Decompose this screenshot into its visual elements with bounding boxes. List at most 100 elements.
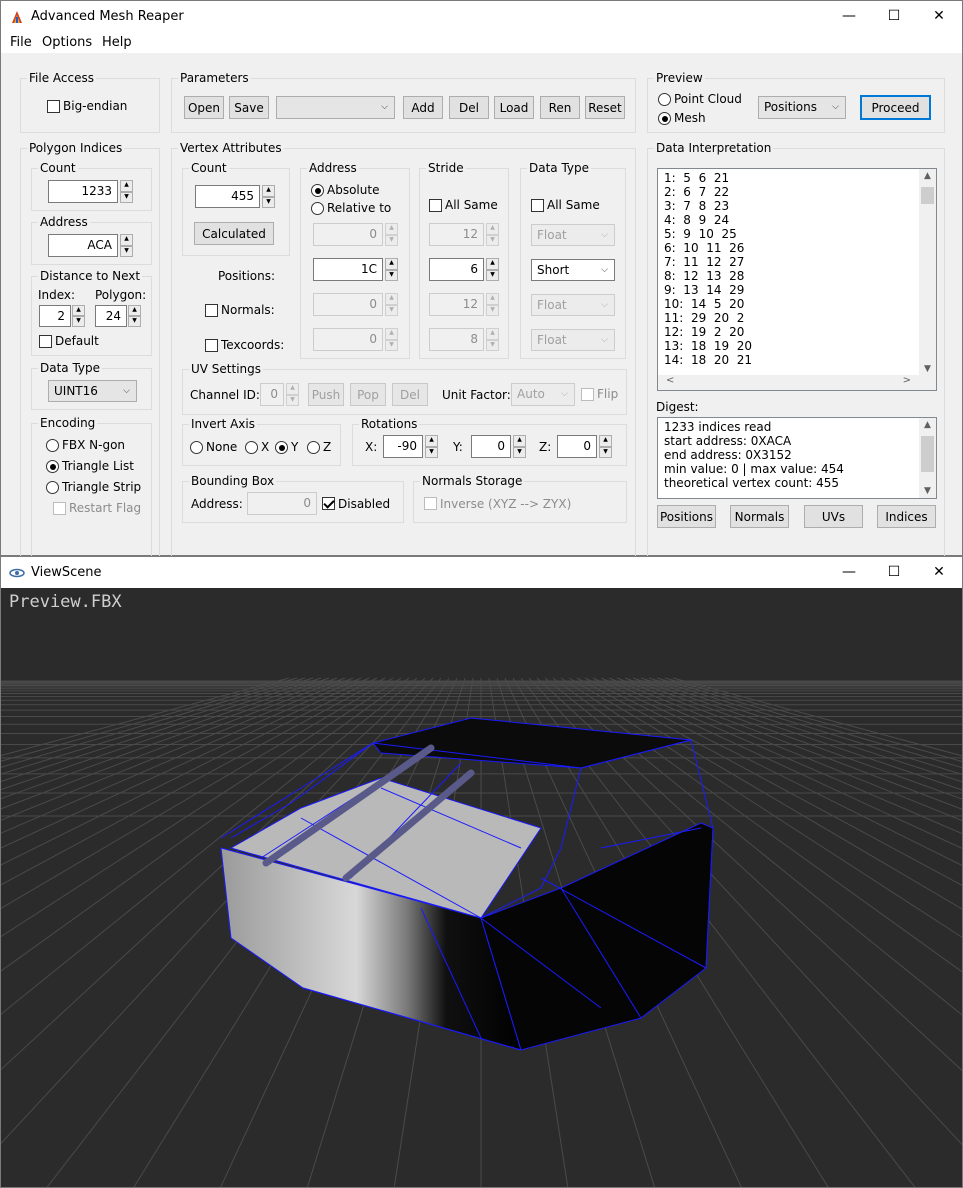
open-button[interactable]: Open: [184, 96, 224, 119]
close-button[interactable]: ✕: [916, 1, 962, 32]
relative-to-radio[interactable]: [311, 202, 324, 215]
normals-address-spinner[interactable]: ▲ ▼: [385, 293, 398, 316]
big-endian-checkbox[interactable]: [47, 100, 60, 113]
invert-y-radio[interactable]: [275, 441, 288, 454]
scroll-up-icon[interactable]: ▲: [919, 420, 936, 430]
index-data-type-dropdown[interactable]: UINT16 ⌵: [48, 380, 137, 402]
polygon-distance-input[interactable]: 24: [95, 305, 127, 327]
rotation-x-input[interactable]: -90: [383, 435, 423, 458]
positions-address-spinner[interactable]: ▲ ▼: [385, 258, 398, 281]
mesh-radio[interactable]: [658, 112, 671, 125]
channel-id-input[interactable]: 0: [260, 383, 284, 406]
interpretation-hscrollbar[interactable]: < >: [658, 375, 919, 390]
rotation-x-spinner[interactable]: ▲ ▼: [425, 435, 438, 458]
uv-del-button[interactable]: Del: [392, 383, 428, 406]
normals-address-input[interactable]: 0: [313, 293, 383, 316]
default-checkbox[interactable]: [39, 335, 52, 348]
positions-button[interactable]: Positions: [657, 505, 716, 528]
digest-box[interactable]: 1233 indices read start address: 0XACA end…: [657, 417, 937, 499]
texcoords-stride-spinner[interactable]: ▲ ▼: [486, 328, 499, 351]
maximize-button[interactable]: ☐: [871, 1, 917, 32]
add-button[interactable]: Add: [403, 96, 443, 119]
vertex-count-spinner[interactable]: ▲ ▼: [262, 185, 275, 208]
positions-stride-input[interactable]: 6: [429, 258, 484, 281]
scroll-right-icon[interactable]: >: [903, 375, 911, 386]
bbox-address-input[interactable]: 0: [247, 492, 317, 515]
menu-options[interactable]: Options: [42, 35, 92, 50]
index-distance-input[interactable]: 2: [39, 305, 71, 327]
reset-button[interactable]: Reset: [585, 96, 625, 119]
scroll-down-icon[interactable]: ▼: [919, 486, 936, 496]
viewscene-title-bar[interactable]: ViewScene — ☐ ✕: [1, 557, 962, 588]
preview-mode-dropdown[interactable]: Positions ⌵: [758, 96, 846, 119]
push-button[interactable]: Push: [308, 383, 344, 406]
index-count-input[interactable]: 1233: [48, 180, 118, 203]
rotation-y-spinner[interactable]: ▲ ▼: [513, 435, 526, 458]
digest-scrollbar[interactable]: ▲ ▼: [919, 418, 936, 498]
normals-stride-input[interactable]: 12: [429, 293, 484, 316]
positions-type-dropdown[interactable]: Short ⌵: [531, 259, 615, 281]
restart-flag-checkbox[interactable]: [53, 502, 66, 515]
title-bar[interactable]: Advanced Mesh Reaper — ☐ ✕: [1, 1, 962, 32]
ren-button[interactable]: Ren: [540, 96, 580, 119]
positions-address-input[interactable]: 1C: [313, 258, 383, 281]
menu-help[interactable]: Help: [102, 35, 132, 50]
texcoords-checkbox[interactable]: [205, 339, 218, 352]
index-address-spinner[interactable]: ▲ ▼: [120, 234, 133, 257]
calculated-button[interactable]: Calculated: [194, 222, 274, 245]
normals-stride-spinner[interactable]: ▲ ▼: [486, 293, 499, 316]
relative-address-input[interactable]: 0: [313, 223, 383, 246]
rotation-y-input[interactable]: 0: [471, 435, 511, 458]
menu-file[interactable]: File: [10, 35, 32, 50]
interpretation-list[interactable]: 1: 5 6 21 2: 6 7 22 3: 7 8 23 4: 8 9 24 5: 9…: [657, 168, 937, 391]
texcoords-stride-input[interactable]: 8: [429, 328, 484, 351]
del-button[interactable]: Del: [449, 96, 489, 119]
index-count-spinner[interactable]: ▲ ▼: [120, 180, 133, 203]
stride-all-same-checkbox[interactable]: [429, 199, 442, 212]
scroll-down-icon[interactable]: ▼: [919, 364, 936, 374]
texcoords-type-dropdown[interactable]: Float ⌵: [531, 329, 615, 351]
indices-button[interactable]: Indices: [877, 505, 936, 528]
texcoords-address-spinner[interactable]: ▲ ▼: [385, 328, 398, 351]
rotation-z-input[interactable]: 0: [557, 435, 597, 458]
bbox-disabled-checkbox[interactable]: [322, 497, 335, 510]
relative-address-spinner[interactable]: ▲ ▼: [385, 223, 398, 246]
absolute-radio[interactable]: [311, 184, 324, 197]
channel-id-spinner[interactable]: ▲ ▼: [286, 383, 299, 406]
relative-stride-input[interactable]: 12: [429, 223, 484, 246]
minimize-button[interactable]: —: [826, 1, 872, 32]
scroll-up-icon[interactable]: ▲: [919, 171, 936, 181]
index-distance-spinner[interactable]: ▲ ▼: [72, 305, 85, 327]
viewscene-close-button[interactable]: ✕: [916, 557, 962, 588]
index-address-input[interactable]: ACA: [48, 234, 118, 257]
viewscene-maximize-button[interactable]: ☐: [871, 557, 917, 588]
invert-none-radio[interactable]: [190, 441, 203, 454]
invert-x-radio[interactable]: [245, 441, 258, 454]
scroll-left-icon[interactable]: <: [666, 375, 674, 386]
proceed-button[interactable]: Proceed: [860, 95, 931, 120]
scroll-thumb[interactable]: [921, 187, 934, 204]
3d-viewport[interactable]: Preview.FBX: [1, 588, 962, 1187]
pop-button[interactable]: Pop: [350, 383, 386, 406]
unit-factor-dropdown[interactable]: Auto ⌵: [511, 383, 575, 406]
positions-stride-spinner[interactable]: ▲ ▼: [486, 258, 499, 281]
triangle-list-radio[interactable]: [46, 460, 59, 473]
type-all-same-checkbox[interactable]: [531, 199, 544, 212]
load-button[interactable]: Load: [494, 96, 534, 119]
normals-checkbox[interactable]: [205, 304, 218, 317]
normals-button[interactable]: Normals: [730, 505, 789, 528]
relative-type-dropdown[interactable]: Float ⌵: [531, 224, 615, 246]
rotation-z-spinner[interactable]: ▲ ▼: [599, 435, 612, 458]
scroll-thumb[interactable]: [921, 436, 934, 472]
uvs-button[interactable]: UVs: [804, 505, 863, 528]
preset-dropdown[interactable]: ⌵: [276, 96, 395, 119]
inverse-checkbox[interactable]: [424, 497, 437, 510]
vertex-count-input[interactable]: 455: [195, 185, 260, 208]
fbx-ngon-radio[interactable]: [46, 439, 59, 452]
invert-z-radio[interactable]: [307, 441, 320, 454]
interpretation-scrollbar[interactable]: ▲ ▼: [919, 169, 936, 390]
save-button[interactable]: Save: [229, 96, 269, 119]
flip-checkbox[interactable]: [581, 388, 594, 401]
point-cloud-radio[interactable]: [658, 93, 671, 106]
normals-type-dropdown[interactable]: Float ⌵: [531, 294, 615, 316]
